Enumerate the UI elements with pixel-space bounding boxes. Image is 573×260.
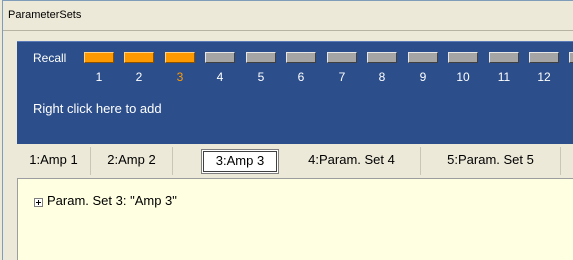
parameter-set-tabs: 1:Amp 1 2:Amp 2 3:Amp 3 4:Param. Set 4 5…	[17, 147, 573, 177]
recall-slot-8-button[interactable]	[367, 52, 397, 63]
tree-item-param-set-3[interactable]: Param. Set 3: "Amp 3"	[47, 193, 177, 208]
tab-amp-3[interactable]: 3:Amp 3	[201, 149, 279, 174]
recall-slot-11-button[interactable]	[489, 52, 519, 63]
tab-param-set-4[interactable]: 4:Param. Set 4	[283, 147, 421, 175]
panel-title-bar: ParameterSets	[3, 1, 573, 31]
panel-title: ParameterSets	[8, 9, 82, 21]
recall-slot-1-number: 1	[95, 70, 103, 84]
recall-slot-5-number: 5	[257, 70, 265, 84]
recall-slot-2-number: 2	[135, 70, 143, 84]
expand-plus-icon[interactable]	[34, 198, 43, 207]
recall-slot-8-number: 8	[378, 70, 386, 84]
recall-slot-7-number: 7	[338, 70, 346, 84]
tab-amp-2[interactable]: 2:Amp 2	[91, 147, 173, 175]
recall-slot-12-button[interactable]	[529, 52, 559, 63]
recall-slot-9-number: 9	[419, 70, 427, 84]
parameter-sets-window: ParameterSets Recall 1 2 3 4 5 6 7 8 9 1…	[0, 0, 573, 260]
recall-slot-10-button[interactable]	[448, 52, 478, 63]
recall-slot-2-button[interactable]	[124, 52, 154, 63]
recall-slot-3-number: 3	[176, 70, 184, 84]
window-border-left	[2, 0, 3, 260]
recall-slot-13-button[interactable]	[569, 52, 573, 63]
recall-slot-6-button[interactable]	[286, 52, 316, 63]
recall-slot-4-number: 4	[216, 70, 224, 84]
recall-area[interactable]: Recall 1 2 3 4 5 6 7 8 9 10 11 12 Right …	[17, 41, 573, 144]
recall-slot-3-button[interactable]	[165, 52, 195, 63]
tab-param-set-5[interactable]: 5:Param. Set 5	[421, 147, 561, 175]
recall-slot-1-button[interactable]	[84, 52, 114, 63]
recall-slot-5-button[interactable]	[246, 52, 276, 63]
recall-label: Recall	[33, 51, 67, 65]
recall-slot-11-number: 11	[497, 70, 511, 84]
tab-amp-1[interactable]: 1:Amp 1	[17, 147, 91, 175]
recall-slot-9-button[interactable]	[408, 52, 438, 63]
recall-slot-10-number: 10	[456, 70, 470, 84]
recall-slot-7-button[interactable]	[327, 52, 357, 63]
recall-slot-4-button[interactable]	[205, 52, 235, 63]
add-hint-text: Right click here to add	[33, 101, 162, 116]
recall-slot-6-number: 6	[297, 70, 305, 84]
recall-slot-12-number: 12	[537, 70, 551, 84]
parameter-tree: Param. Set 3: "Amp 3"	[17, 178, 573, 260]
